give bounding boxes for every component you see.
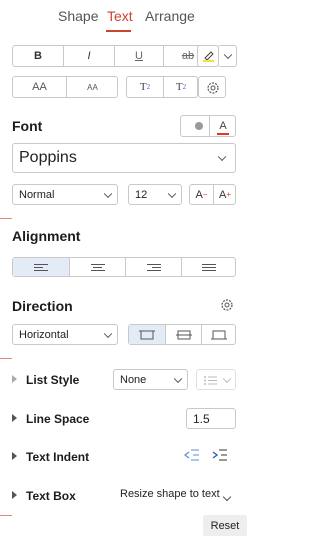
line-space-input[interactable]: 1.5 [186, 408, 236, 429]
minus-icon: − [202, 190, 208, 199]
highlight-color-button[interactable] [197, 45, 219, 67]
uppercase-button[interactable]: AA [13, 77, 66, 97]
gear-icon [207, 82, 219, 94]
text-settings-button[interactable] [198, 76, 226, 98]
list-bullet-button[interactable] [196, 369, 236, 390]
alignment-group [12, 257, 236, 277]
case-group: AA aa [12, 76, 118, 98]
plus-icon: + [226, 190, 231, 199]
font-size-step-group: A − A + [189, 184, 236, 205]
vertical-align-group [128, 324, 236, 345]
text-color-button[interactable]: A [210, 116, 236, 136]
list-style-label: List Style [26, 373, 80, 387]
line-space-value: 1.5 [193, 411, 210, 426]
font-style-value: Normal [19, 188, 55, 201]
bullet-list-icon [204, 376, 217, 385]
valign-top-button[interactable] [129, 325, 165, 344]
font-size-value: 12 [135, 188, 148, 201]
line-space-label: Line Space [26, 412, 90, 426]
superscript-button[interactable]: T2 [127, 77, 163, 97]
expand-text-box-icon[interactable] [12, 491, 17, 499]
direction-section-title: Direction [12, 298, 73, 314]
text-box-label: Text Box [26, 489, 76, 503]
underline-button[interactable]: U [115, 46, 163, 66]
increase-indent-icon[interactable] [212, 449, 228, 462]
font-size-select[interactable]: 12 [128, 184, 182, 205]
direction-value: Horizontal [19, 328, 69, 341]
align-justify-button[interactable] [182, 258, 236, 276]
direction-select[interactable]: Horizontal [12, 324, 118, 345]
subscript-label: T [175, 81, 183, 93]
align-center-button[interactable] [70, 258, 125, 276]
valign-bottom-button[interactable] [202, 325, 236, 344]
font-section-title: Font [12, 118, 43, 134]
expand-list-style-icon[interactable] [12, 375, 17, 383]
expand-line-space-icon[interactable] [12, 414, 17, 422]
expand-text-indent-icon[interactable] [12, 452, 17, 460]
align-justify-icon [202, 262, 216, 273]
text-box-value: Resize shape to text [120, 488, 220, 500]
decrease-font-size-button[interactable]: A − [190, 185, 213, 204]
list-style-value: None [120, 373, 147, 386]
text-color-clear-button[interactable] [181, 116, 209, 136]
section-divider [0, 515, 12, 516]
alignment-section-title: Alignment [12, 228, 81, 244]
align-left-icon [34, 262, 48, 273]
decrease-indent-icon[interactable] [184, 449, 200, 462]
bold-button[interactable]: B [13, 46, 63, 66]
subscript-button[interactable]: T2 [164, 77, 198, 97]
smallcaps-button[interactable]: aa [67, 77, 118, 97]
highlight-dropdown[interactable] [218, 45, 237, 67]
highlighter-icon [203, 51, 214, 62]
superscript-label: T [139, 81, 147, 93]
align-left-button[interactable] [13, 258, 69, 276]
valign-middle-icon [175, 330, 192, 339]
clear-color-icon [195, 122, 203, 130]
text-indent-label: Text Indent [26, 450, 90, 464]
align-right-icon [146, 262, 161, 273]
font-family-value: Poppins [19, 149, 77, 166]
direction-settings-gear-icon[interactable] [220, 298, 234, 312]
align-center-icon [90, 262, 105, 273]
valign-top-icon [139, 330, 155, 339]
section-divider [0, 218, 12, 219]
subscript-mark: 2 [182, 83, 187, 91]
script-group: T2 T2 [126, 76, 198, 98]
text-color-icon: A [217, 120, 230, 135]
valign-bottom-icon [211, 330, 227, 339]
align-right-button[interactable] [126, 258, 181, 276]
superscript-mark: 2 [146, 83, 151, 91]
increase-font-label: A [218, 188, 227, 201]
section-divider [0, 358, 12, 359]
italic-button[interactable]: I [64, 46, 114, 66]
text-format-group: B I U ab [12, 45, 212, 67]
tab-text[interactable]: Text [107, 8, 133, 24]
valign-middle-button[interactable] [166, 325, 201, 344]
text-box-select[interactable]: Resize shape to text [120, 488, 220, 500]
text-color-group: A [180, 115, 236, 137]
font-family-select[interactable]: Poppins [12, 143, 236, 173]
increase-font-size-button[interactable]: A + [214, 185, 236, 204]
font-style-select[interactable]: Normal [12, 184, 118, 205]
reset-button[interactable]: Reset [203, 515, 247, 536]
decrease-font-label: A [195, 188, 203, 201]
list-style-select[interactable]: None [113, 369, 188, 390]
tab-arrange[interactable]: Arrange [145, 8, 195, 24]
text-box-caret-icon[interactable] [222, 492, 232, 502]
active-tab-indicator [106, 30, 131, 32]
tab-shape[interactable]: Shape [58, 8, 98, 24]
